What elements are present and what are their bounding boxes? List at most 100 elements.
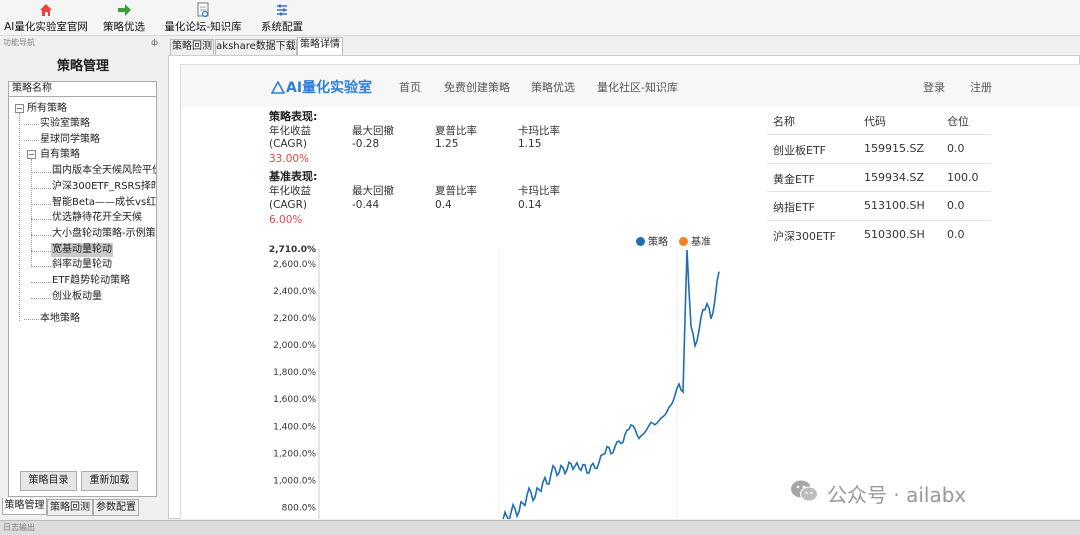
tab-param-config[interactable]: 参数配置 <box>93 499 139 516</box>
watermark-text: 公众号 · ailabx <box>827 482 967 507</box>
site-logo[interactable]: AI量化实验室 <box>270 77 373 98</box>
settings-icon <box>274 2 290 18</box>
table-header: 仓位 <box>947 115 969 128</box>
y-tick-label: 1,600.0% <box>273 395 316 405</box>
tree-column-header[interactable]: 策略名称 <box>8 81 157 97</box>
y-tick-label: 1,400.0% <box>273 422 316 432</box>
tree-node-planet[interactable]: 星球同学策略 <box>40 133 100 147</box>
strategy-catalog-button[interactable]: 策略目录 <box>20 471 77 491</box>
left-dock: 功能导航 ф 策略管理 策略名称 − 所有策略 实验室策略 星球同学策略 − 自… <box>0 37 163 519</box>
strategy-perf-title: 策略表现: <box>269 110 318 123</box>
arrow-icon <box>116 2 132 18</box>
y-tick-label: 800.0% <box>282 503 317 513</box>
main-tabs: 策略回测 akshare数据下载 策略详情 <box>168 37 1080 55</box>
document-icon <box>195 2 211 18</box>
metric-header: 最大回撤 <box>352 125 394 137</box>
tree-node-strategy[interactable]: 创业板动量 <box>52 290 102 304</box>
table-cell: 0.0 <box>947 228 965 241</box>
table-cell: 黄金ETF <box>773 173 815 186</box>
calmar-value: 0.14 <box>518 199 542 211</box>
y-tick-label: 2,200.0% <box>273 314 316 324</box>
status-bar: 日志输出 <box>0 520 1080 535</box>
register-link[interactable]: 注册 <box>970 79 992 95</box>
table-cell: 159934.SZ <box>864 171 925 184</box>
toolbar-official-site-button[interactable]: AI量化实验室官网 <box>4 2 88 34</box>
y-tick-label: 2,400.0% <box>273 287 316 297</box>
tree-node-own[interactable]: 自有策略 <box>40 148 80 162</box>
reload-button[interactable]: 重新加载 <box>81 471 138 491</box>
max-drawdown-value: -0.28 <box>352 138 380 150</box>
series-line-0 <box>502 249 720 519</box>
benchmark-perf-title: 基准表现: <box>269 170 318 183</box>
table-header: 名称 <box>773 115 795 128</box>
table-cell: 0.0 <box>947 199 965 212</box>
tab-backtest[interactable]: 策略回测 <box>170 39 214 55</box>
metric-header: 卡玛比率 <box>518 125 560 137</box>
tree-node-local[interactable]: 本地策略 <box>40 312 80 326</box>
panel-title: 策略管理 <box>56 59 109 74</box>
toolbar: AI量化实验室官网 策略优选 量化论坛-知识库 系统配置 <box>0 0 1080 36</box>
table-cell: 沪深300ETF <box>773 230 836 243</box>
sharpe-value: 0.4 <box>435 199 452 211</box>
tab-strategy-detail[interactable]: 策略详情 <box>297 37 343 55</box>
tab-akshare-download[interactable]: akshare数据下载 <box>215 39 297 55</box>
site-logo-text: AI量化实验室 <box>286 80 373 96</box>
table-cell: 510300.SH <box>864 228 925 241</box>
watermark: 公众号 · ailabx <box>789 479 966 507</box>
collapse-icon[interactable]: − <box>27 150 36 159</box>
dock-title: 功能导航 <box>3 38 35 47</box>
metric-header: 卡玛比率 <box>518 185 560 197</box>
table-header: 代码 <box>864 115 886 128</box>
nav-strategy-select[interactable]: 策略优选 <box>531 79 575 95</box>
tab-strategy-backtest[interactable]: 策略回测 <box>47 499 93 516</box>
y-tick-label: 1,200.0% <box>273 449 316 459</box>
toolbar-settings-button[interactable]: 系统配置 <box>261 2 303 34</box>
tree-node-all[interactable]: 所有策略 <box>27 102 67 116</box>
max-drawdown-value: -0.44 <box>352 199 380 211</box>
table-cell: 创业板ETF <box>773 144 826 157</box>
metric-header: 年化收益 <box>269 185 311 197</box>
calmar-value: 1.15 <box>518 138 542 150</box>
tree-node-strategy-selected[interactable]: 宽基动量轮动 <box>51 243 113 257</box>
tree-node-strategy[interactable]: 斜率动量轮动 <box>52 258 112 272</box>
table-cell: 100.0 <box>947 171 979 184</box>
tree-node-strategy[interactable]: 优选静待花开全天候 <box>52 211 142 225</box>
toolbar-strategy-select-label: 策略优选 <box>103 21 145 33</box>
toolbar-strategy-select-button[interactable]: 策略优选 <box>103 2 145 34</box>
cagr-label: (CAGR) <box>269 138 307 150</box>
tree-node-strategy[interactable]: 国内版本全天候风险平价 <box>52 164 156 178</box>
toolbar-official-site-label: AI量化实验室官网 <box>4 21 88 33</box>
strategy-detail-webview: AI量化实验室 首页 免费创建策略 策略优选 量化社区-知识库 登录 注册 策略… <box>180 64 1080 519</box>
metric-header: 夏普比率 <box>435 125 477 137</box>
annual-return-value: 6.00% <box>269 214 303 226</box>
logo-icon <box>270 80 286 98</box>
home-icon <box>38 2 54 18</box>
tree-node-strategy[interactable]: 大小盘轮动策略-示例策略 <box>52 227 156 241</box>
metric-header: 夏普比率 <box>435 185 477 197</box>
table-cell: 513100.SH <box>864 199 925 212</box>
nav-home[interactable]: 首页 <box>399 79 421 95</box>
tree-node-strategy[interactable]: 智能Beta——成长vs红利 <box>52 196 156 210</box>
tree-node-lab[interactable]: 实验室策略 <box>40 117 90 131</box>
tree-node-strategy[interactable]: ETF趋势轮动策略 <box>52 274 130 288</box>
tree-node-strategy[interactable]: 沪深300ETF_RSRS择时策 <box>52 180 156 194</box>
wechat-icon <box>789 478 819 509</box>
y-tick-label: 1,000.0% <box>273 476 316 486</box>
equity-curve-chart: 2,710.0% 2,600.0% 2,400.0% 2,200.0% 2,000.0%… <box>269 245 720 519</box>
tab-strategy-management[interactable]: 策略管理 <box>2 498 47 515</box>
collapse-icon[interactable]: − <box>15 104 24 113</box>
table-cell: 纳指ETF <box>773 201 815 214</box>
y-tick-label: 1,800.0% <box>273 368 316 378</box>
login-link[interactable]: 登录 <box>923 79 945 95</box>
nav-community[interactable]: 量化社区-知识库 <box>597 79 678 95</box>
dock-pin-icon[interactable]: ф <box>151 37 158 49</box>
cagr-label: (CAGR) <box>269 199 307 211</box>
toolbar-settings-label: 系统配置 <box>261 21 303 33</box>
y-tick-label: 2,600.0% <box>273 260 316 270</box>
y-tick-label: 2,710.0% <box>269 245 316 255</box>
nav-create-strategy[interactable]: 免费创建策略 <box>444 79 510 95</box>
table-cell: 0.0 <box>947 142 965 155</box>
strategy-tree[interactable]: − 所有策略 实验室策略 星球同学策略 − 自有策略 国内版本全天候风险平价 沪… <box>8 97 157 497</box>
metric-header: 最大回撤 <box>352 185 394 197</box>
toolbar-forum-button[interactable]: 量化论坛-知识库 <box>164 2 242 34</box>
